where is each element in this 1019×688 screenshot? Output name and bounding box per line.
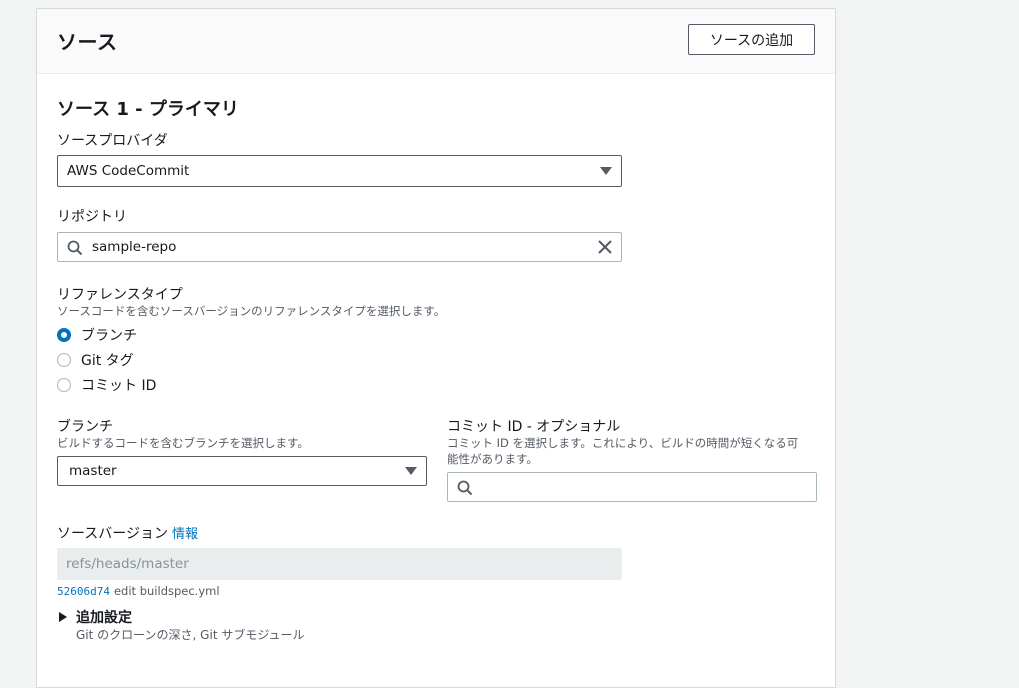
source-provider-value: AWS CodeCommit (67, 163, 190, 179)
commit-id-label: コミット ID - オプショナル (447, 419, 621, 435)
additional-settings-label: 追加設定 (76, 610, 132, 626)
source-version-label-row: ソースバージョン 情報 (57, 523, 198, 543)
reference-type-description: ソースコードを含むソースバージョンのリファレンスタイプを選択します。 (57, 304, 446, 318)
commit-message: edit buildspec.yml (113, 584, 220, 598)
reference-type-label: リファレンスタイプ (57, 287, 183, 303)
radio-commit-id-label: コミット ID (81, 378, 157, 394)
section-title: ソース 1 - プライマリ (57, 99, 239, 120)
source-panel: ソース ソースの追加 ソース 1 - プライマリ ソースプロバイダ AWS Co… (36, 8, 836, 688)
source-provider-label: ソースプロバイダ (57, 133, 168, 149)
additional-settings-toggle[interactable]: 追加設定 (59, 607, 132, 627)
branch-select[interactable]: master (57, 456, 427, 486)
additional-settings-description: Git のクローンの深さ, Git サブモジュール (76, 628, 305, 642)
commit-id-description-line2: 能性があります。 (447, 452, 538, 466)
source-version-value: refs/heads/master (66, 556, 189, 572)
search-icon (457, 480, 473, 500)
radio-commit-id[interactable]: コミット ID (57, 375, 156, 395)
branch-description: ビルドするコードを含むブランチを選択します。 (57, 436, 309, 450)
commit-id-description-line1: コミット ID を選択します。これにより、ビルドの時間が短くなる可 (447, 436, 799, 450)
caret-down-icon (405, 467, 417, 475)
radio-git-tag-label: Git タグ (81, 353, 134, 369)
source-version-label: ソースバージョン (57, 526, 169, 542)
radio-branch-label: ブランチ (81, 328, 137, 344)
commit-id-search-input[interactable] (447, 472, 817, 502)
search-icon (67, 240, 83, 260)
commit-hash-link[interactable]: 52606d74 (57, 585, 110, 598)
radio-button[interactable] (57, 378, 71, 392)
radio-button[interactable] (57, 353, 71, 367)
radio-branch[interactable]: ブランチ (57, 325, 137, 345)
repository-label: リポジトリ (57, 209, 127, 225)
info-link[interactable]: 情報 (172, 523, 198, 542)
branch-label: ブランチ (57, 419, 113, 435)
radio-button-checked[interactable] (57, 328, 71, 342)
radio-git-tag[interactable]: Git タグ (57, 350, 134, 370)
caret-right-icon (59, 612, 67, 622)
add-source-button[interactable]: ソースの追加 (688, 24, 815, 55)
panel-header: ソース ソースの追加 (37, 9, 835, 74)
branch-value: master (69, 463, 117, 479)
source-provider-select[interactable]: AWS CodeCommit (57, 155, 622, 187)
caret-down-icon (600, 167, 612, 175)
source-version-input: refs/heads/master (57, 548, 622, 580)
repository-value: sample-repo (92, 239, 177, 255)
repository-search-input[interactable]: sample-repo (57, 232, 622, 262)
panel-title: ソース (57, 30, 118, 54)
commit-info: 52606d74 edit buildspec.yml (57, 584, 220, 598)
clear-icon[interactable] (598, 240, 612, 258)
